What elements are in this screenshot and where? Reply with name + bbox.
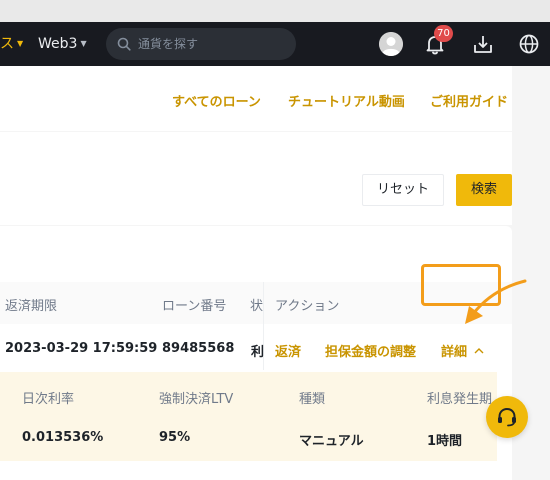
search-button[interactable]: 検索 [456, 174, 512, 206]
detail-link[interactable]: 詳細 [441, 341, 485, 360]
search-input[interactable] [138, 28, 288, 60]
loan-detail-panel: 日次利率 強制決済LTV 種類 利息発生期 0.013536% 95% マニュア… [0, 372, 497, 461]
detail-header-liquidation-ltv: 強制決済LTV [159, 392, 234, 407]
download-icon [474, 36, 492, 53]
header-status: 状 [250, 299, 264, 314]
reset-button[interactable]: リセット [362, 174, 444, 206]
repay-link[interactable]: 返済 [275, 341, 301, 360]
nav-item-web3[interactable]: Web3 ▼ [38, 22, 87, 66]
nav-item-cut[interactable]: ス ▼ [0, 22, 23, 66]
detail-value-type: マニュアル [299, 434, 364, 449]
all-loans-link[interactable]: すべてのローン [172, 91, 261, 110]
search-bar[interactable] [106, 28, 296, 60]
status-cell: 利 [251, 345, 265, 360]
detail-value-daily-rate: 0.013536% [22, 430, 104, 445]
avatar[interactable] [379, 32, 403, 56]
download-button[interactable] [471, 32, 495, 56]
adjust-collateral-link[interactable]: 担保金額の調整 [325, 341, 416, 360]
chevron-down-icon: ▼ [80, 39, 87, 48]
user-icon [379, 32, 403, 56]
detail-header-daily-rate: 日次利率 [22, 392, 75, 407]
pointer-arrow-icon [465, 279, 527, 324]
header-action: アクション [275, 299, 340, 314]
top-navigation-bar: ス▼ Web3▼ 70 [0, 22, 550, 66]
header-due-date: 返済期限 [5, 299, 58, 314]
globe-icon [519, 34, 539, 54]
search-icon [117, 37, 131, 51]
detail-link-label: 詳細 [441, 345, 468, 360]
language-button[interactable] [517, 32, 541, 56]
detail-value-liquidation-ltv: 95% [159, 430, 191, 445]
notification-badge: 70 [434, 25, 453, 42]
chevron-down-icon: ▼ [17, 39, 24, 48]
tutorial-video-link[interactable]: チュートリアル動画 [288, 91, 405, 110]
browser-strip [0, 0, 550, 22]
detail-header-type: 種類 [299, 392, 326, 407]
user-guide-link[interactable]: ご利用ガイド [430, 91, 508, 110]
detail-header-interest-period: 利息発生期 [427, 392, 493, 407]
nav-item-cut-label: ス [0, 36, 14, 52]
support-chat-button[interactable] [486, 396, 528, 438]
chevron-up-icon [474, 348, 484, 354]
header-loan-number: ローン番号 [162, 299, 227, 314]
nav-item-web3-label: Web3 [38, 36, 78, 52]
detail-value-interest-period: 1時間 [427, 434, 463, 449]
headset-icon [498, 407, 516, 427]
due-date-cell: 2023-03-29 17:59:59 [5, 341, 158, 356]
loan-number-cell: 89485568 [162, 341, 235, 356]
